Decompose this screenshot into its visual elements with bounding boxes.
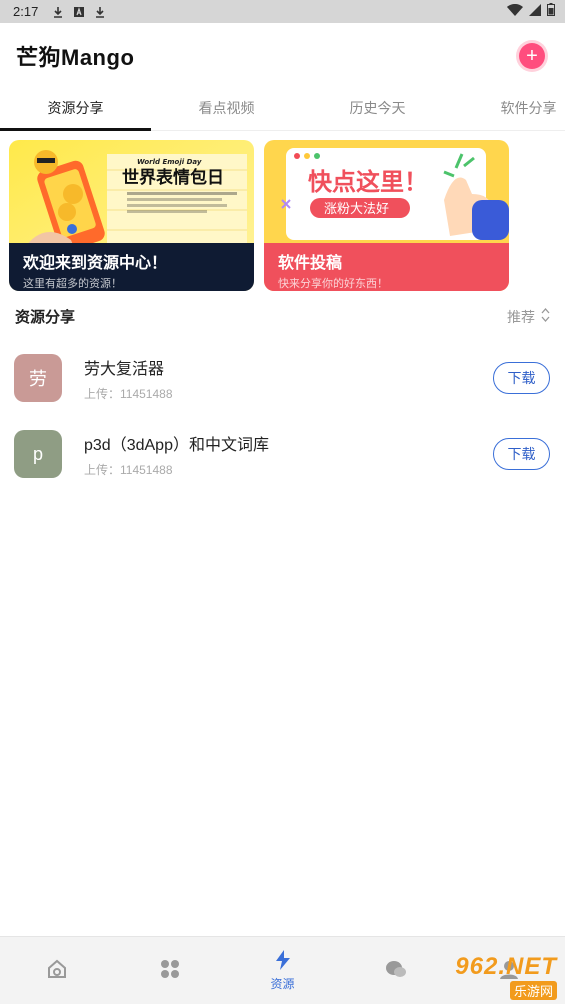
chat-icon: [385, 958, 407, 983]
banner-row: World Emoji Day 世界表情包日 欢迎来到资源中心！ 这里有超多的资…: [9, 140, 509, 291]
download-button[interactable]: 下载: [493, 362, 550, 394]
apps-icon: [159, 958, 181, 983]
tab-resource-share[interactable]: 资源分享: [0, 89, 151, 131]
wifi-icon: [507, 3, 523, 21]
section-title: 资源分享: [15, 309, 76, 326]
banner-caption: 软件投稿 快来分享你的好东西！: [264, 243, 509, 291]
banner1-art-heading: 世界表情包日: [122, 167, 224, 188]
item-avatar: 劳: [14, 354, 62, 402]
section-header: 资源分享 推荐: [15, 306, 550, 327]
banner2-art-small: 涨粉大法好: [324, 202, 389, 217]
app-header: 芒狗Mango +: [0, 23, 565, 89]
nav-home[interactable]: [0, 937, 113, 1004]
watermark-logo: 962.NET 乐游网: [429, 952, 557, 1000]
nav-resources-label: 资源: [270, 976, 295, 991]
avatar-letter: p: [32, 443, 43, 464]
home-icon: [46, 958, 68, 983]
download-icon: [94, 6, 106, 18]
tab-watch-videos[interactable]: 看点视频: [151, 89, 302, 130]
tab-bar: 资源分享 看点视频 历史今天 软件分享: [0, 89, 565, 131]
watermark-main-text: 962.NET: [455, 952, 557, 980]
tab-software-share[interactable]: 软件分享: [453, 89, 565, 130]
item-text: p3d（3dApp）和中文词库 上传：11451488: [84, 431, 493, 478]
tab-history-today[interactable]: 历史今天: [302, 89, 453, 130]
signal-icon: [529, 3, 541, 21]
banner-software-submit[interactable]: 快点这里！ 涨粉大法好 软件投稿 快来分享你的好东西！: [264, 140, 509, 291]
banner-title: 软件投稿: [278, 255, 343, 272]
banner-resource-center[interactable]: World Emoji Day 世界表情包日 欢迎来到资源中心！ 这里有超多的资…: [9, 140, 254, 291]
banner-title: 欢迎来到资源中心！: [23, 255, 168, 272]
item-uploader: 上传：11451488: [84, 386, 173, 401]
item-avatar: p: [14, 430, 62, 478]
sort-selector[interactable]: 推荐: [507, 307, 550, 327]
status-bar: 2:17: [0, 0, 565, 23]
sort-updown-icon: [541, 308, 550, 325]
item-text: 劳大复活器 上传：11451488: [84, 355, 493, 402]
avatar-letter: 劳: [29, 369, 47, 389]
item-name: 劳大复活器: [84, 360, 165, 378]
resource-list: 劳 劳大复活器 上传：11451488 下载 p p3d（3dApp）和中文词库…: [0, 340, 565, 492]
banner-subtitle: 快来分享你的好东西！: [278, 278, 388, 290]
download-icon: [52, 6, 64, 18]
banner1-art-small: World Emoji Day: [137, 158, 202, 166]
nav-resources[interactable]: 资源: [226, 937, 339, 1004]
banner-caption: 欢迎来到资源中心！ 这里有超多的资源！: [9, 243, 254, 291]
app-title: 芒狗Mango: [16, 45, 135, 70]
download-button[interactable]: 下载: [493, 438, 550, 470]
banner-subtitle: 这里有超多的资源！: [23, 278, 122, 290]
nav-apps[interactable]: [113, 937, 226, 1004]
sort-label: 推荐: [507, 308, 535, 325]
item-uploader: 上传：11451488: [84, 462, 173, 477]
battery-icon: [547, 2, 555, 21]
list-item[interactable]: 劳 劳大复活器 上传：11451488 下载: [0, 340, 565, 416]
banner2-art-heading: 快点这里！: [308, 168, 428, 196]
bolt-icon: [274, 949, 292, 973]
add-button[interactable]: +: [519, 43, 545, 69]
app-badge-icon: [73, 6, 85, 18]
watermark-sub-text: 乐游网: [509, 980, 557, 1000]
list-item[interactable]: p p3d（3dApp）和中文词库 上传：11451488 下载: [0, 416, 565, 492]
item-name: p3d（3dApp）和中文词库: [84, 436, 269, 454]
status-time: 2:17: [13, 4, 39, 19]
